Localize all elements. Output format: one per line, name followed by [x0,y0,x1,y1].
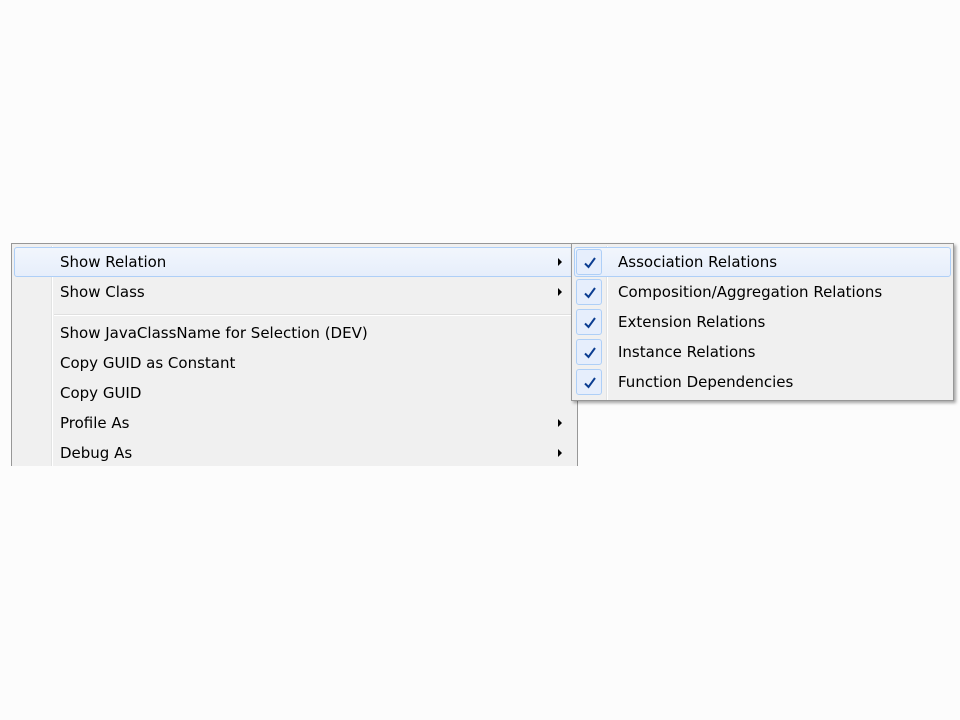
menu-item-label: Debug As [60,444,133,462]
checkmark-icon [576,339,602,365]
menu-item-label: Show Class [60,283,145,301]
menu-item-label: Copy GUID [60,384,142,402]
submenu-item-label: Instance Relations [618,343,756,361]
submenu-item-label: Function Dependencies [618,373,794,391]
menu-item-debug-as[interactable]: Debug As [14,438,575,466]
show-relation-submenu: Association Relations Composition/Aggreg… [571,243,954,401]
submenu-item-label: Extension Relations [618,313,766,331]
context-menu: Show Relation Show Class Show JavaClassN… [11,243,578,466]
menu-item-label: Show JavaClassName for Selection (DEV) [60,324,368,342]
menu-item-show-javaclassname[interactable]: Show JavaClassName for Selection (DEV) [14,318,575,348]
checkmark-icon [576,369,602,395]
menu-item-label: Profile As [60,414,130,432]
checkmark-icon [576,279,602,305]
checkmark-icon [576,249,602,275]
menu-item-show-relation[interactable]: Show Relation [14,247,575,277]
chevron-right-icon [558,419,562,427]
checkmark-icon [576,309,602,335]
submenu-item-extension-relations[interactable]: Extension Relations [574,307,951,337]
menu-separator [54,314,574,316]
chevron-right-icon [558,258,562,266]
menu-item-copy-guid[interactable]: Copy GUID [14,378,575,408]
submenu-item-association-relations[interactable]: Association Relations [574,247,951,277]
menu-item-profile-as[interactable]: Profile As [14,408,575,438]
menu-item-label: Show Relation [60,253,167,271]
menu-item-show-class[interactable]: Show Class [14,277,575,307]
menu-item-label: Copy GUID as Constant [60,354,236,372]
menu-item-copy-guid-constant[interactable]: Copy GUID as Constant [14,348,575,378]
chevron-right-icon [558,288,562,296]
submenu-item-function-dependencies[interactable]: Function Dependencies [574,367,951,397]
chevron-right-icon [558,449,562,457]
submenu-item-instance-relations[interactable]: Instance Relations [574,337,951,367]
desktop-area: Show Relation Show Class Show JavaClassN… [0,0,960,720]
submenu-item-label: Composition/Aggregation Relations [618,283,883,301]
submenu-item-label: Association Relations [618,253,778,271]
submenu-item-composition-aggregation-relations[interactable]: Composition/Aggregation Relations [574,277,951,307]
